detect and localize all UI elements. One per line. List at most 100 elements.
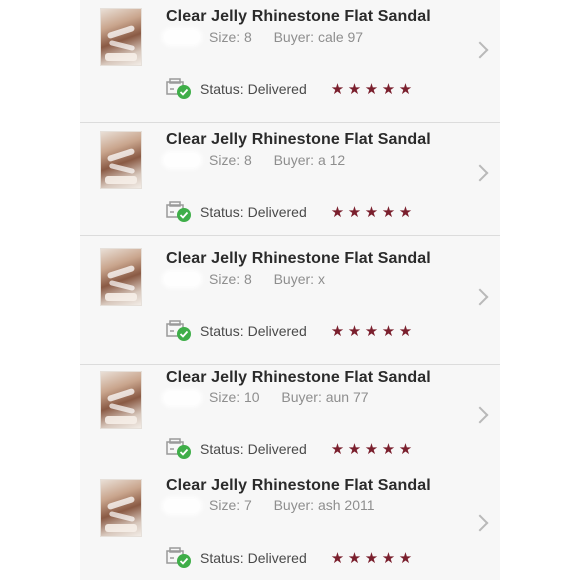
star-icon: ★ xyxy=(330,80,345,98)
star-icon: ★ xyxy=(381,203,396,221)
star-icon: ★ xyxy=(381,549,396,567)
star-icon: ★ xyxy=(330,440,345,458)
status-row: Status: Delivered ★ ★ ★ ★ ★ xyxy=(166,320,414,342)
order-row[interactable]: Clear Jelly Rhinestone Flat Sandal Size:… xyxy=(80,0,500,123)
product-thumbnail xyxy=(100,371,142,429)
chevron-right-icon[interactable] xyxy=(471,514,489,532)
star-icon: ★ xyxy=(398,440,413,458)
size-value: 8 xyxy=(244,152,252,168)
status-label: Status: xyxy=(200,550,244,566)
rating-stars: ★ ★ ★ ★ ★ xyxy=(331,82,414,97)
size-value: 8 xyxy=(244,271,252,287)
size-value: 10 xyxy=(244,389,260,405)
status-value: Delivered xyxy=(247,81,307,97)
status-row: Status: Delivered ★ ★ ★ ★ ★ xyxy=(166,547,414,569)
star-icon: ★ xyxy=(347,80,362,98)
buyer-label: Buyer: xyxy=(273,152,315,168)
order-meta: Size: 7 Buyer: ash 2011 xyxy=(209,497,375,513)
star-icon: ★ xyxy=(347,440,362,458)
size-label: Size: xyxy=(209,389,241,405)
status-row: Status: Delivered ★ ★ ★ ★ ★ xyxy=(166,438,414,460)
chevron-right-icon[interactable] xyxy=(471,406,489,424)
order-meta: Size: 8 Buyer: cale 97 xyxy=(209,29,363,45)
product-title: Clear Jelly Rhinestone Flat Sandal xyxy=(166,477,431,494)
rating-stars: ★ ★ ★ ★ ★ xyxy=(331,551,414,566)
status-label: Status: xyxy=(200,441,244,457)
rating-stars: ★ ★ ★ ★ ★ xyxy=(331,324,414,339)
product-thumbnail xyxy=(100,248,142,306)
buyer-label: Buyer: xyxy=(273,271,315,287)
size-label: Size: xyxy=(209,29,241,45)
star-icon: ★ xyxy=(398,549,413,567)
status-label: Status: xyxy=(200,323,244,339)
buyer-value: ash 2011 xyxy=(317,497,375,513)
chevron-right-icon[interactable] xyxy=(471,41,489,59)
buyer-label: Buyer: xyxy=(273,497,315,513)
buyer-value: x xyxy=(317,271,325,287)
order-row[interactable]: Clear Jelly Rhinestone Flat Sandal Size:… xyxy=(80,123,500,236)
product-title: Clear Jelly Rhinestone Flat Sandal xyxy=(166,8,431,25)
product-thumbnail xyxy=(100,131,142,189)
buyer-value: cale 97 xyxy=(317,29,364,45)
redacted-blur xyxy=(162,389,202,407)
status-label: Status: xyxy=(200,204,244,220)
package-delivered-icon xyxy=(166,547,192,569)
order-row[interactable]: Clear Jelly Rhinestone Flat Sandal Size:… xyxy=(80,473,500,580)
order-meta: Size: 8 Buyer: a 12 xyxy=(209,152,345,168)
redacted-blur xyxy=(162,497,202,515)
size-value: 7 xyxy=(244,497,252,513)
chevron-right-icon[interactable] xyxy=(471,164,489,182)
star-icon: ★ xyxy=(381,322,396,340)
status-value: Delivered xyxy=(247,550,307,566)
size-label: Size: xyxy=(209,152,241,168)
star-icon: ★ xyxy=(330,549,345,567)
star-icon: ★ xyxy=(381,440,396,458)
star-icon: ★ xyxy=(347,322,362,340)
package-delivered-icon xyxy=(166,438,192,460)
star-icon: ★ xyxy=(364,203,379,221)
product-thumbnail xyxy=(100,8,142,66)
status-row: Status: Delivered ★ ★ ★ ★ ★ xyxy=(166,78,414,100)
product-thumbnail xyxy=(100,479,142,537)
status-label: Status: xyxy=(200,81,244,97)
star-icon: ★ xyxy=(364,322,379,340)
size-label: Size: xyxy=(209,497,241,513)
order-row[interactable]: Clear Jelly Rhinestone Flat Sandal Size:… xyxy=(80,236,500,365)
rating-stars: ★ ★ ★ ★ ★ xyxy=(331,442,414,457)
star-icon: ★ xyxy=(347,549,362,567)
package-delivered-icon xyxy=(166,201,192,223)
package-delivered-icon xyxy=(166,320,192,342)
star-icon: ★ xyxy=(347,203,362,221)
order-meta: Size: 10 Buyer: aun 77 xyxy=(209,389,369,405)
star-icon: ★ xyxy=(364,80,379,98)
status-value: Delivered xyxy=(247,441,307,457)
product-title: Clear Jelly Rhinestone Flat Sandal xyxy=(166,131,431,148)
status-value: Delivered xyxy=(247,323,307,339)
size-value: 8 xyxy=(244,29,252,45)
buyer-value: aun 77 xyxy=(325,389,369,405)
star-icon: ★ xyxy=(364,549,379,567)
star-icon: ★ xyxy=(381,80,396,98)
redacted-blur xyxy=(162,151,202,169)
redacted-blur xyxy=(162,28,202,46)
buyer-label: Buyer: xyxy=(281,389,322,405)
star-icon: ★ xyxy=(398,322,413,340)
product-title: Clear Jelly Rhinestone Flat Sandal xyxy=(166,250,431,267)
order-meta: Size: 8 Buyer: x xyxy=(209,271,325,287)
size-label: Size: xyxy=(209,271,241,287)
status-value: Delivered xyxy=(247,204,307,220)
star-icon: ★ xyxy=(330,322,345,340)
rating-stars: ★ ★ ★ ★ ★ xyxy=(331,205,414,220)
star-icon: ★ xyxy=(398,80,413,98)
redacted-blur xyxy=(162,270,202,288)
sold-orders-list: Clear Jelly Rhinestone Flat Sandal Size:… xyxy=(80,0,500,580)
buyer-value: a 12 xyxy=(317,152,346,168)
order-row[interactable]: Clear Jelly Rhinestone Flat Sandal Size:… xyxy=(80,365,500,473)
product-title: Clear Jelly Rhinestone Flat Sandal xyxy=(166,369,431,386)
status-row: Status: Delivered ★ ★ ★ ★ ★ xyxy=(166,201,414,223)
buyer-label: Buyer: xyxy=(273,29,315,45)
chevron-right-icon[interactable] xyxy=(471,288,489,306)
package-delivered-icon xyxy=(166,78,192,100)
star-icon: ★ xyxy=(398,203,413,221)
star-icon: ★ xyxy=(364,440,379,458)
